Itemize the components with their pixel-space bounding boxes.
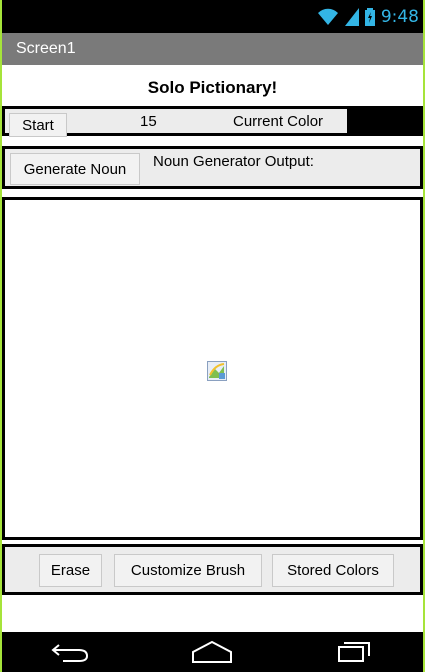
generate-noun-button[interactable]: Generate Noun [10, 153, 140, 185]
erase-button[interactable]: Erase [39, 554, 102, 587]
status-bar: 9:48 [0, 0, 425, 33]
brush-controls-row: Erase Customize Brush Stored Colors [2, 544, 423, 595]
recents-icon [338, 642, 371, 662]
app-title: Solo Pictionary! [147, 78, 278, 97]
home-icon [192, 640, 233, 663]
screen-title: Screen1 [16, 40, 76, 57]
battery-icon [364, 7, 375, 26]
broken-image-icon [207, 361, 227, 381]
stored-colors-button[interactable]: Stored Colors [272, 554, 394, 587]
drawing-canvas[interactable] [2, 197, 423, 540]
home-button[interactable] [182, 632, 242, 672]
back-button[interactable] [41, 632, 101, 672]
current-color-swatch [347, 109, 425, 133]
status-time: 9:48 [380, 6, 419, 27]
back-icon [51, 644, 88, 662]
noun-output-label: Noun Generator Output: [153, 153, 314, 170]
start-button[interactable]: Start [9, 113, 67, 137]
timer-value: 15 [140, 113, 157, 130]
wifi-icon [317, 8, 338, 25]
screen-title-bar: Screen1 [0, 33, 425, 65]
recents-button[interactable] [324, 632, 384, 672]
noun-generator-row: Generate Noun Noun Generator Output: [2, 146, 423, 189]
customize-brush-button[interactable]: Customize Brush [114, 554, 262, 587]
timer-row: Start 15 Current Color [2, 106, 425, 137]
current-color-label: Current Color [233, 113, 324, 130]
navigation-bar [0, 632, 425, 672]
signal-icon [344, 7, 359, 26]
